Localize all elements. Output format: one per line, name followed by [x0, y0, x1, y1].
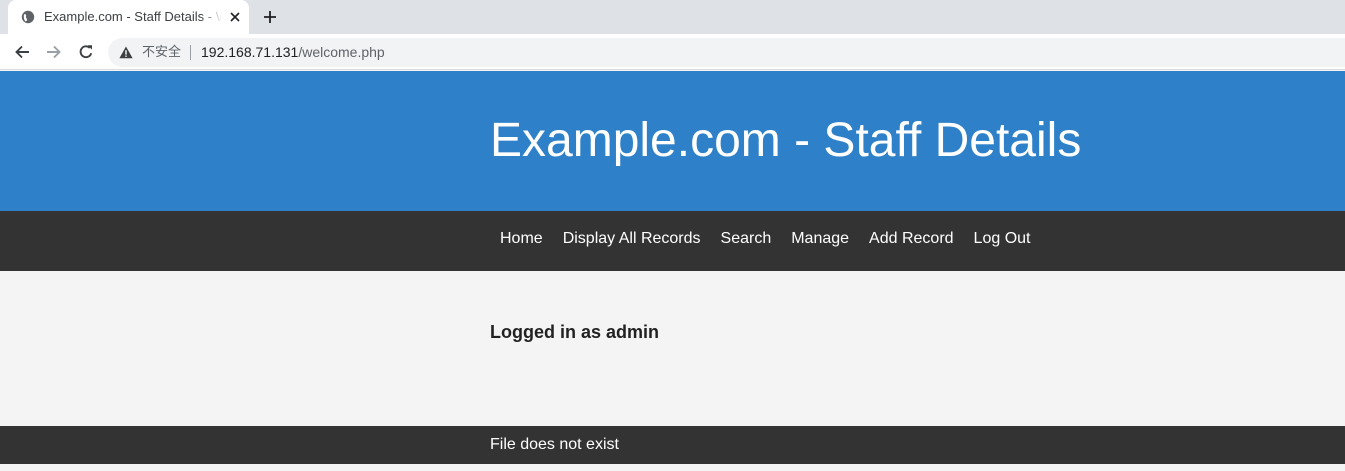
nav-links: Home Display All Records Search Manage A… — [490, 230, 1040, 248]
nav-link-log-out[interactable]: Log Out — [964, 230, 1041, 248]
url-text[interactable]: 192.168.71.131/welcome.php — [201, 44, 385, 61]
close-icon[interactable] — [226, 8, 244, 26]
forward-arrow-icon[interactable] — [42, 40, 66, 64]
site-nav: Home Display All Records Search Manage A… — [0, 211, 1345, 271]
url-path: /welcome.php — [298, 44, 385, 60]
reload-icon[interactable] — [74, 40, 98, 64]
main-content: Logged in as admin — [0, 271, 1345, 426]
browser-toolbar: 不安全 192.168.71.131/welcome.php — [0, 34, 1345, 70]
nav-link-home[interactable]: Home — [490, 230, 553, 248]
footer-message: File does not exist — [490, 436, 619, 453]
nav-link-manage[interactable]: Manage — [781, 230, 859, 248]
site-title: Example.com - Staff Details — [490, 114, 1082, 167]
site-header: Example.com - Staff Details — [0, 71, 1345, 211]
tab-title: Example.com - Staff Details - Welcome — [44, 9, 222, 24]
plus-icon[interactable] — [258, 6, 282, 28]
nav-link-display-all-records[interactable]: Display All Records — [553, 230, 711, 248]
globe-icon — [21, 10, 35, 24]
address-bar[interactable]: 不安全 192.168.71.131/welcome.php — [108, 38, 1345, 67]
warning-triangle-icon[interactable] — [119, 46, 133, 59]
login-status: Logged in as admin — [490, 322, 660, 342]
nav-link-search[interactable]: Search — [711, 230, 782, 248]
back-arrow-icon[interactable] — [10, 40, 34, 64]
url-host: 192.168.71.131 — [201, 44, 299, 60]
site-footer: File does not exist — [0, 426, 1345, 464]
web-page: Example.com - Staff Details Home Display… — [0, 71, 1345, 471]
nav-link-add-record[interactable]: Add Record — [859, 230, 964, 248]
security-label[interactable]: 不安全 — [142, 44, 181, 61]
browser-tab-strip: Example.com - Staff Details - Welcome — [0, 0, 1345, 34]
browser-tab[interactable]: Example.com - Staff Details - Welcome — [8, 0, 249, 34]
address-divider — [190, 45, 191, 60]
